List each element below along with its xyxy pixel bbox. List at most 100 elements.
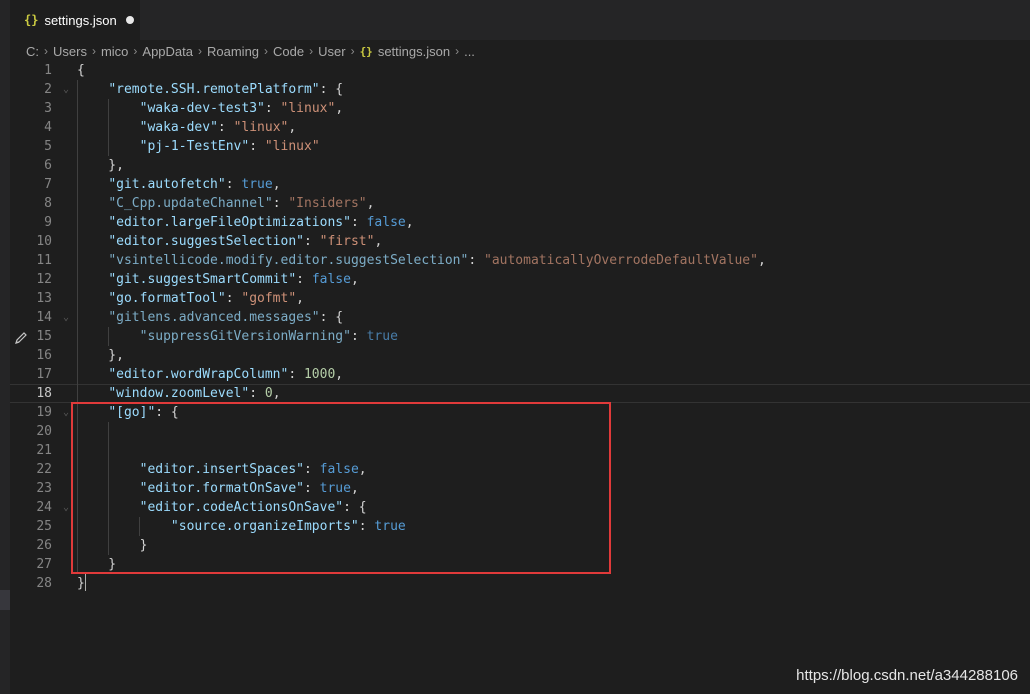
- line-number: 10: [36, 234, 52, 249]
- code-line[interactable]: 7 "git.autofetch": true,: [10, 175, 1030, 194]
- tab-label: settings.json: [44, 12, 117, 28]
- breadcrumb-segment[interactable]: Code: [273, 44, 304, 59]
- code-line[interactable]: 9 "editor.largeFileOptimizations": false…: [10, 213, 1030, 232]
- breadcrumb-segment[interactable]: Users: [53, 44, 87, 59]
- code-text: "pj-1-TestEnv": "linux": [139, 139, 320, 154]
- line-number: 7: [44, 177, 52, 192]
- code-text: {: [77, 63, 85, 78]
- json-braces-icon: {}: [24, 13, 39, 27]
- breadcrumb-file[interactable]: settings.json: [378, 44, 450, 59]
- code-line[interactable]: 5 "pj-1-TestEnv": "linux": [10, 137, 1030, 156]
- code-line[interactable]: 10 "editor.suggestSelection": "first",: [10, 232, 1030, 251]
- chevron-right-icon: ›: [309, 44, 314, 58]
- code-text: "editor.largeFileOptimizations": false,: [108, 215, 414, 230]
- code-text: "editor.wordWrapColumn": 1000,: [108, 367, 344, 382]
- line-number: 22: [36, 462, 52, 477]
- code-line[interactable]: 6 },: [10, 156, 1030, 175]
- breadcrumb-segment[interactable]: Roaming: [207, 44, 259, 59]
- code-line[interactable]: 17 "editor.wordWrapColumn": 1000,: [10, 365, 1030, 384]
- code-line[interactable]: 2 ⌄ "remote.SSH.remotePlatform": {: [10, 80, 1030, 99]
- line-number: 4: [44, 120, 52, 135]
- code-line[interactable]: 11 "vsintellicode.modify.editor.suggestS…: [10, 251, 1030, 270]
- chevron-right-icon: ›: [455, 44, 460, 58]
- line-number: 20: [36, 424, 52, 439]
- fold-chevron-icon[interactable]: ⌄: [63, 498, 69, 517]
- line-number: 6: [44, 158, 52, 173]
- line-number: 21: [36, 443, 52, 458]
- line-number: 18: [36, 386, 52, 401]
- unsaved-dot-icon[interactable]: [125, 16, 134, 24]
- line-number: 5: [44, 139, 52, 154]
- code-text: "vsintellicode.modify.editor.suggestSele…: [108, 253, 766, 268]
- highlight-box: [71, 402, 611, 574]
- code-line[interactable]: 4 "waka-dev": "linux",: [10, 118, 1030, 137]
- indent-guide: [108, 99, 110, 156]
- code-text: "editor.suggestSelection": "first",: [108, 234, 383, 249]
- code-line[interactable]: 15 "suppressGitVersionWarning": true: [10, 327, 1030, 346]
- line-number: 9: [44, 215, 52, 230]
- breadcrumb-segment[interactable]: User: [318, 44, 345, 59]
- line-number: 28: [36, 576, 52, 591]
- code-text: "window.zoomLevel": 0,: [108, 386, 281, 401]
- code-line[interactable]: 18 "window.zoomLevel": 0,: [10, 384, 1030, 403]
- chevron-right-icon: ›: [91, 44, 96, 58]
- watermark: https://blog.csdn.net/a344288106: [796, 667, 1018, 684]
- tab-settings-json[interactable]: {} settings.json: [10, 0, 140, 40]
- line-number: 16: [36, 348, 52, 363]
- code-text: "waka-dev-test3": "linux",: [139, 101, 344, 116]
- code-text: "go.formatTool": "gofmt",: [108, 291, 304, 306]
- code-text: "remote.SSH.remotePlatform": {: [108, 82, 344, 97]
- code-line[interactable]: 13 "go.formatTool": "gofmt",: [10, 289, 1030, 308]
- code-line[interactable]: 12 "git.suggestSmartCommit": false,: [10, 270, 1030, 289]
- fold-chevron-icon[interactable]: ⌄: [63, 308, 69, 327]
- code-line[interactable]: 3 "waka-dev-test3": "linux",: [10, 99, 1030, 118]
- chevron-right-icon: ›: [264, 44, 269, 58]
- code-text: "git.autofetch": true,: [108, 177, 281, 192]
- code-text: "gitlens.advanced.messages": {: [108, 310, 344, 325]
- code-line[interactable]: 14 ⌄ "gitlens.advanced.messages": {: [10, 308, 1030, 327]
- editor-area[interactable]: 1{2 ⌄ "remote.SSH.remotePlatform": {3 "wa…: [10, 61, 1030, 694]
- line-number: 11: [36, 253, 52, 268]
- line-number: 24: [36, 500, 52, 515]
- indent-guide: [108, 327, 110, 346]
- code-text: "waka-dev": "linux",: [139, 120, 297, 135]
- text-cursor: [84, 574, 86, 591]
- line-number: 14: [36, 310, 52, 325]
- line-number: 27: [36, 557, 52, 572]
- breadcrumb-symbol[interactable]: ...: [464, 44, 475, 59]
- line-number: 12: [36, 272, 52, 287]
- line-number: 17: [36, 367, 52, 382]
- code-line[interactable]: 1{: [10, 61, 1030, 80]
- line-number: 26: [36, 538, 52, 553]
- activity-strip: [0, 0, 10, 694]
- line-number: 1: [44, 63, 52, 78]
- chevron-right-icon: ›: [198, 44, 202, 58]
- code-text: },: [77, 348, 124, 363]
- breadcrumb-segment[interactable]: C:: [26, 44, 39, 59]
- fold-chevron-icon[interactable]: ⌄: [63, 80, 69, 99]
- code-text: }: [77, 574, 86, 591]
- code-text: },: [77, 158, 124, 173]
- line-number: 8: [44, 196, 52, 211]
- code-line[interactable]: 8 "C_Cpp.updateChannel": "Insiders",: [10, 194, 1030, 213]
- code-line[interactable]: 16 },: [10, 346, 1030, 365]
- line-number: 15: [36, 329, 52, 344]
- fold-chevron-icon[interactable]: ⌄: [63, 403, 69, 422]
- json-braces-icon: {}: [359, 44, 373, 58]
- code-line[interactable]: 28}: [10, 574, 1030, 593]
- chevron-right-icon: ›: [350, 44, 355, 58]
- strip-selection: [0, 590, 10, 610]
- chevron-right-icon: ›: [133, 44, 138, 58]
- breadcrumb: C: › Users › mico › AppData › Roaming › Code › User ›…: [10, 40, 1030, 62]
- code-text: "C_Cpp.updateChannel": "Insiders",: [108, 196, 375, 211]
- line-number: 23: [36, 481, 52, 496]
- tab-bar: {} settings.json: [10, 0, 1030, 40]
- breadcrumb-segment[interactable]: mico: [101, 44, 128, 59]
- line-number: 19: [36, 405, 52, 420]
- line-number: 25: [36, 519, 52, 534]
- line-number: 13: [36, 291, 52, 306]
- code-text: "suppressGitVersionWarning": true: [139, 329, 398, 344]
- code-text: "git.suggestSmartCommit": false,: [108, 272, 359, 287]
- chevron-right-icon: ›: [44, 44, 48, 58]
- breadcrumb-segment[interactable]: AppData: [142, 44, 193, 59]
